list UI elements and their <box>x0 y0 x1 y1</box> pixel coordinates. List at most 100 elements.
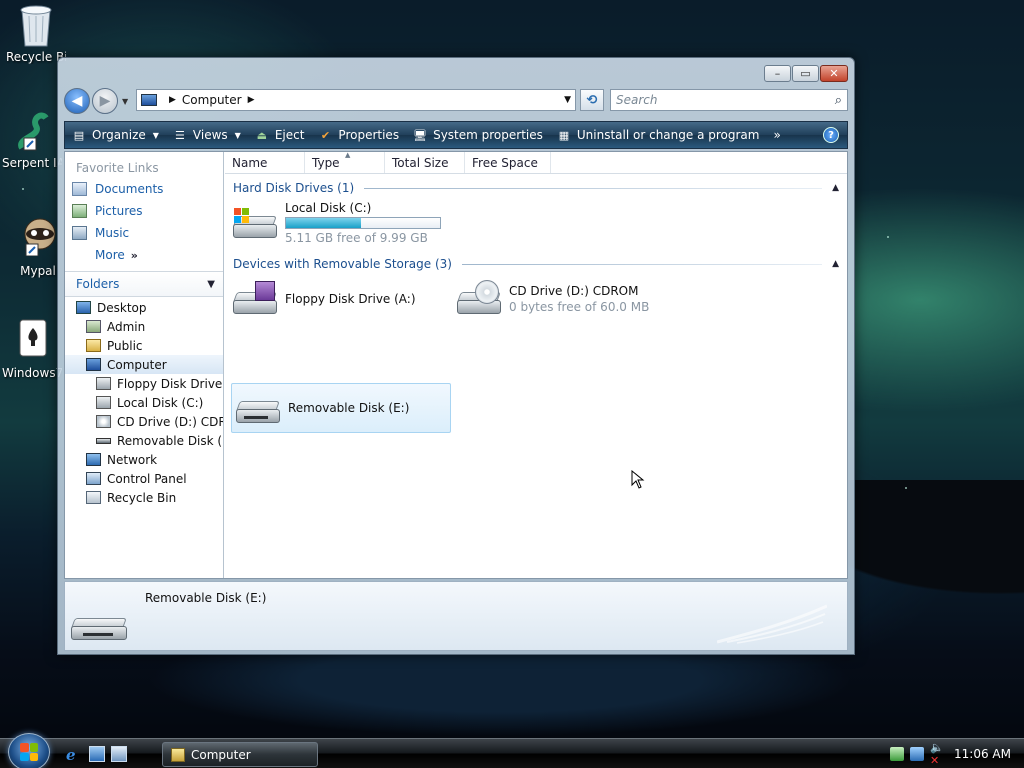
drive-name: Removable Disk (E:) <box>288 401 410 415</box>
back-button[interactable]: ◀ <box>64 88 90 114</box>
refresh-button[interactable]: ⟲ <box>580 89 604 111</box>
column-name[interactable]: Name <box>225 152 305 173</box>
explorer-content: Favorite Links Documents Pictures Music … <box>64 151 848 579</box>
eject-button[interactable]: ⏏ Eject <box>248 122 312 148</box>
show-desktop-icon[interactable] <box>89 746 105 762</box>
system-properties-button[interactable]: 🖥 System properties <box>406 122 550 148</box>
removable-disk-icon <box>96 437 111 444</box>
floppy-drive-icon <box>231 280 279 318</box>
group-divider <box>364 187 823 189</box>
volume-muted-icon[interactable]: 🔈✕ <box>930 741 944 767</box>
help-icon[interactable]: ? <box>823 127 839 143</box>
eject-icon: ⏏ <box>256 128 268 142</box>
column-free-space[interactable]: Free Space <box>465 152 551 173</box>
properties-button[interactable]: ✔ Properties <box>311 122 406 148</box>
navigation-bar: ◀ ▶ ▼ ▶ Computer ▶ ▼ ⟲ Search ⌕ <box>64 86 848 116</box>
system-tray: 🔈✕ 11:06 AM <box>890 739 1024 768</box>
tree-item-floppy[interactable]: Floppy Disk Drive (A <box>65 374 223 393</box>
windows-logo-icon <box>234 208 249 223</box>
internet-explorer-icon[interactable]: e <box>65 746 81 764</box>
drive-local-disk-c[interactable]: Local Disk (C:) 5.11 GB free of 9.99 GB <box>231 200 451 246</box>
tree-item-computer[interactable]: Computer <box>65 355 223 374</box>
close-button[interactable]: ✕ <box>820 65 848 82</box>
column-type[interactable]: ▲ Type <box>305 151 385 173</box>
desktop-icon-windows7[interactable]: Windows7 <box>2 318 62 380</box>
tree-item-cd-drive[interactable]: CD Drive (D:) CDRO <box>65 412 223 431</box>
programs-icon: ▦ <box>558 128 570 142</box>
tree-item-local-disk[interactable]: Local Disk (C:) <box>65 393 223 412</box>
network-status-icon[interactable] <box>910 746 924 761</box>
folder-icon <box>171 747 185 762</box>
recent-pages-dropdown[interactable]: ▼ <box>122 97 128 106</box>
group-hard-disk-drives[interactable]: Hard Disk Drives (1) ▲ <box>233 180 839 196</box>
desktop-icon-recycle-bin[interactable]: Recycle Bin <box>6 2 66 64</box>
desktop-icon-serpent[interactable]: Serpent IA <box>2 108 62 170</box>
drive-floppy-a[interactable]: Floppy Disk Drive (A:) <box>231 276 449 322</box>
hard-disk-windows-icon <box>231 204 279 242</box>
floppy-disk-icon <box>255 281 275 301</box>
serpent-app-icon <box>12 108 52 152</box>
toolbar-overflow-button[interactable]: » <box>766 122 787 148</box>
forward-button[interactable]: ▶ <box>92 88 118 114</box>
tree-item-recycle-bin[interactable]: Recycle Bin <box>65 488 223 507</box>
taskbar-button-computer[interactable]: Computer <box>162 742 318 767</box>
safely-remove-hardware-icon[interactable] <box>890 746 904 761</box>
recycle-bin-icon <box>16 2 56 47</box>
switch-windows-icon[interactable] <box>111 746 127 762</box>
group-removable-storage[interactable]: Devices with Removable Storage (3) ▲ <box>233 256 839 272</box>
favorites-more-link[interactable]: More » <box>65 244 223 266</box>
column-headers: Name ▲ Type Total Size Free Space <box>225 151 847 174</box>
drive-name: CD Drive (D:) CDROM <box>509 284 639 298</box>
start-button[interactable] <box>8 733 50 768</box>
views-button[interactable]: ☰ Views ▼ <box>166 122 248 148</box>
uninstall-program-button[interactable]: ▦ Uninstall or change a program <box>550 122 767 148</box>
folders-header[interactable]: Folders ▼ <box>65 271 223 297</box>
file-list-pane: Name ▲ Type Total Size Free Space Hard D… <box>225 151 847 578</box>
tree-item-control-panel[interactable]: Control Panel <box>65 469 223 488</box>
arrow-right-icon: ▶ <box>99 93 111 109</box>
tree-item-public[interactable]: Public <box>65 336 223 355</box>
address-bar[interactable]: ▶ Computer ▶ ▼ <box>136 89 576 111</box>
explorer-window: – ▭ ✕ ◀ ▶ ▼ ▶ Computer ▶ ▼ ⟲ Search ⌕ ▤ … <box>57 57 855 655</box>
search-input[interactable]: Search ⌕ <box>610 89 848 111</box>
address-dropdown-icon[interactable]: ▼ <box>564 95 571 105</box>
tree-item-network[interactable]: Network <box>65 450 223 469</box>
organize-button[interactable]: ▤ Organize ▼ <box>65 122 166 148</box>
drive-name: Local Disk (C:) <box>285 201 372 215</box>
breadcrumb-arrow-icon[interactable]: ▶ <box>248 95 255 105</box>
drive-name: Floppy Disk Drive (A:) <box>285 292 416 306</box>
cd-drive-icon <box>455 280 503 318</box>
user-folder-icon <box>86 320 101 333</box>
tree-item-admin[interactable]: Admin <box>65 317 223 336</box>
tree-item-desktop[interactable]: Desktop <box>65 298 223 317</box>
drive-removable-e[interactable]: Removable Disk (E:) <box>231 383 451 433</box>
documents-icon <box>72 182 87 196</box>
breadcrumb-computer[interactable]: Computer <box>182 93 242 107</box>
favorite-pictures[interactable]: Pictures <box>65 200 223 222</box>
views-icon: ☰ <box>174 128 185 142</box>
windows-logo-icon <box>20 743 38 761</box>
decorative-swoosh <box>717 604 827 644</box>
favorite-documents[interactable]: Documents <box>65 178 223 200</box>
collapse-chevron-icon[interactable]: ▲ <box>832 259 839 269</box>
pictures-icon <box>72 204 87 218</box>
window-controls: – ▭ ✕ <box>764 65 848 82</box>
computer-icon <box>86 358 101 371</box>
breadcrumb-arrow-icon[interactable]: ▶ <box>169 95 176 105</box>
favorite-music[interactable]: Music <box>65 222 223 244</box>
cd-drive-icon <box>96 415 111 428</box>
drive-free-space: 5.11 GB free of 9.99 GB <box>285 231 428 245</box>
maximize-button[interactable]: ▭ <box>792 65 819 82</box>
tree-item-removable-disk[interactable]: Removable Disk (E:) <box>65 431 223 450</box>
chevron-down-icon: ▼ <box>207 278 215 290</box>
mouse-cursor-icon <box>631 470 645 489</box>
search-icon[interactable]: ⌕ <box>835 93 842 108</box>
column-total-size[interactable]: Total Size <box>385 152 465 173</box>
clock[interactable]: 11:06 AM <box>954 747 1011 761</box>
minimize-button[interactable]: – <box>764 65 791 82</box>
cd-disc-icon <box>475 280 499 304</box>
collapse-chevron-icon[interactable]: ▲ <box>832 183 839 193</box>
svg-text:e: e <box>66 746 76 762</box>
search-placeholder: Search <box>616 93 658 107</box>
drive-cd-d[interactable]: CD Drive (D:) CDROM 0 bytes free of 60.0… <box>455 276 675 322</box>
